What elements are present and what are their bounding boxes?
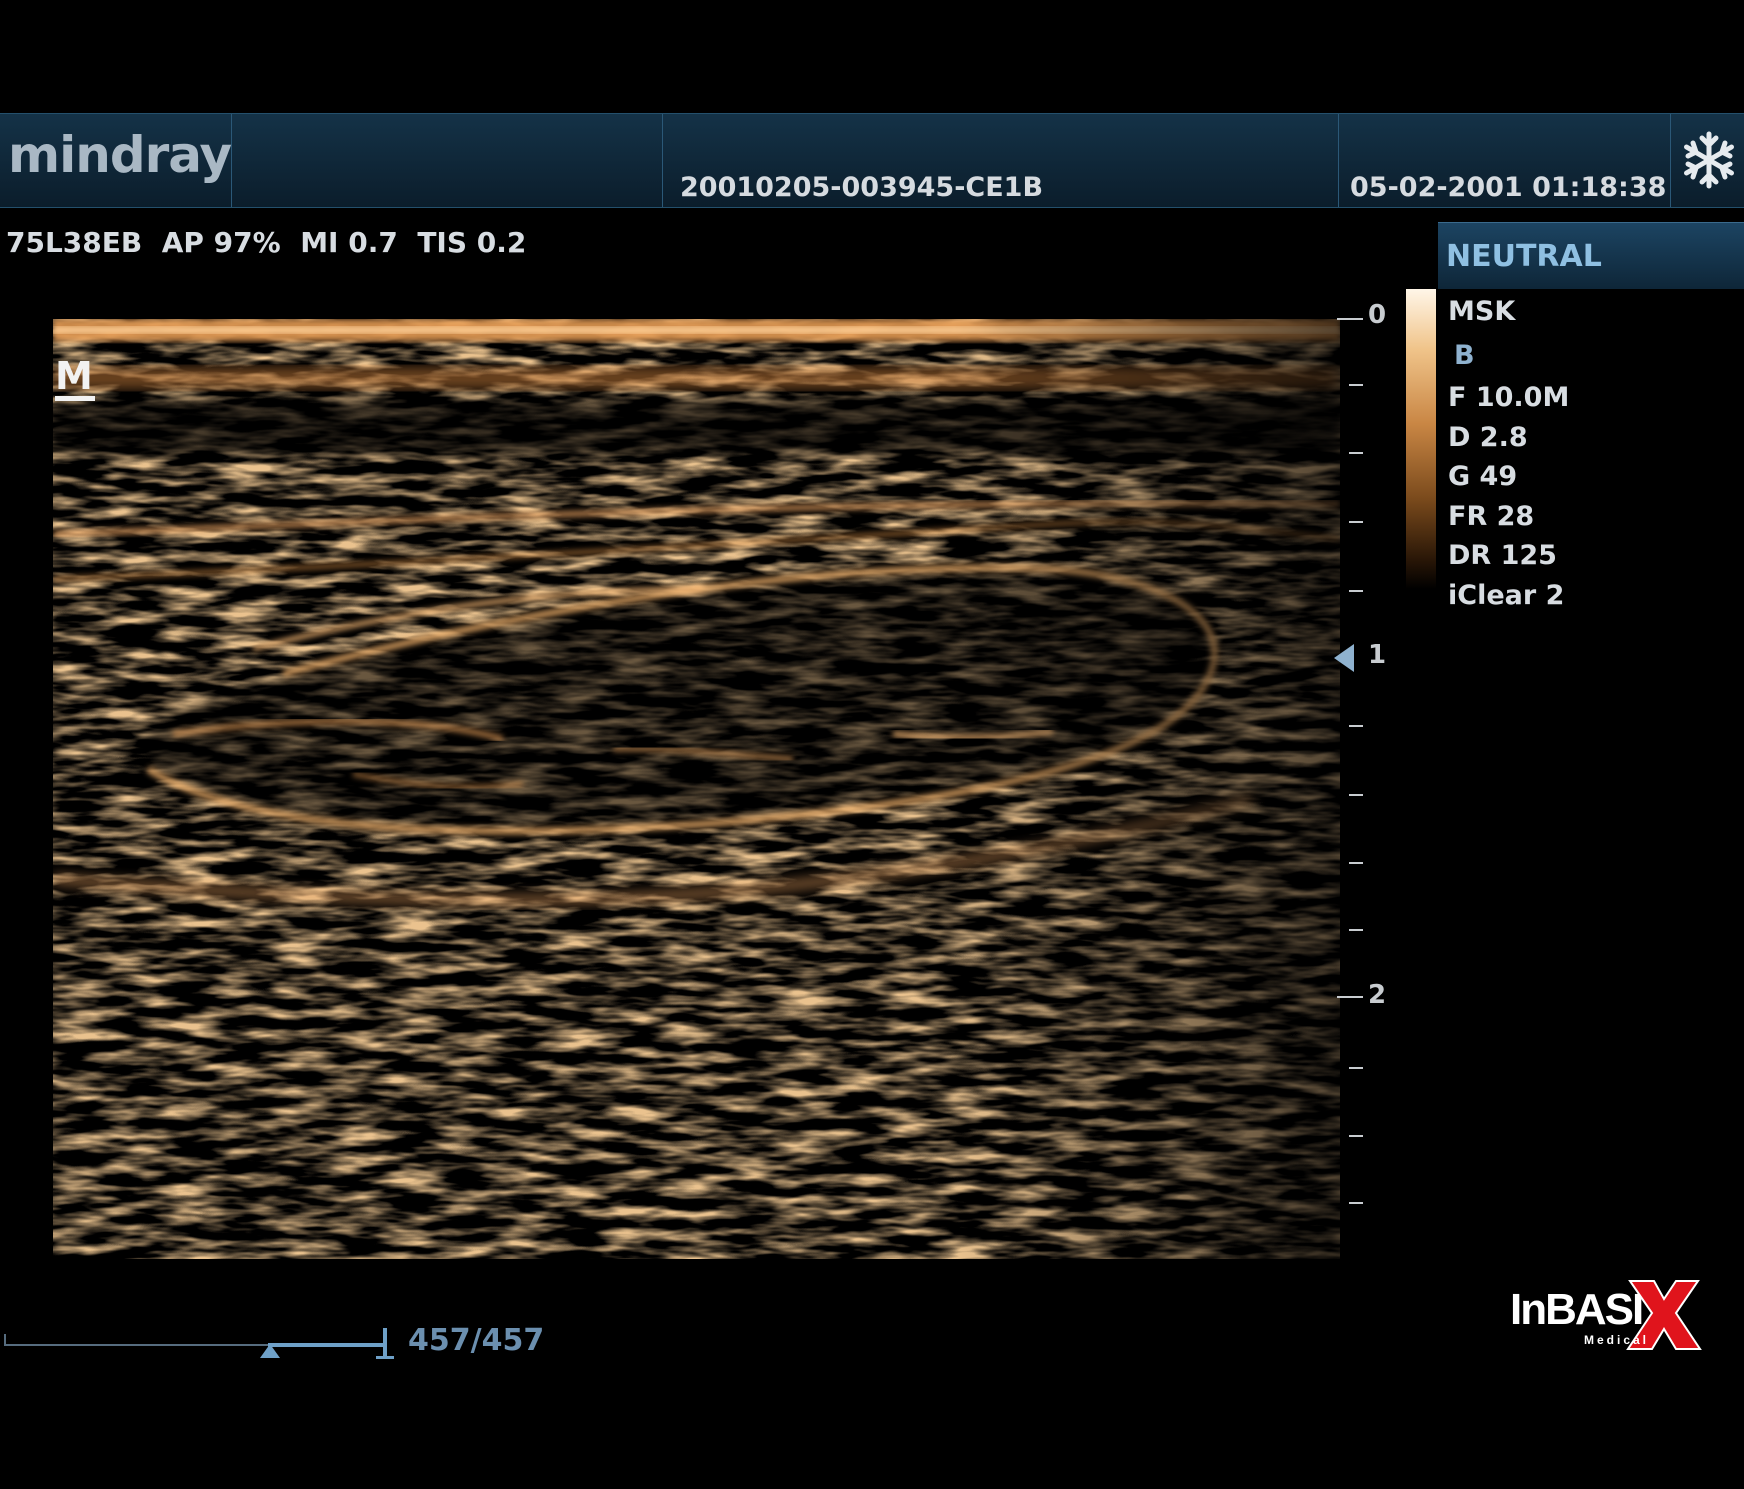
- cine-review-bar[interactable]: [4, 1322, 404, 1362]
- preset-label: NEUTRAL: [1446, 239, 1602, 274]
- brand-logo: mindray: [8, 126, 232, 184]
- freeze-cell[interactable]: [1670, 114, 1744, 207]
- depth-tick: [1349, 590, 1363, 592]
- depth-tick: [1349, 384, 1363, 386]
- depth-tick: [1349, 452, 1363, 454]
- depth-label-0: 0: [1368, 300, 1387, 330]
- orientation-marker: M: [55, 357, 95, 401]
- watermark-text: InBASI: [1510, 1285, 1644, 1334]
- param-gain: G 49: [1448, 461, 1518, 492]
- header-empty-cell: [231, 114, 663, 207]
- depth-tick: [1349, 1202, 1363, 1204]
- depth-tick: [1349, 1067, 1363, 1069]
- imaging-mode: B: [1454, 340, 1475, 371]
- snowflake-icon[interactable]: [1680, 128, 1738, 192]
- grayscale-map-bar: [1406, 289, 1436, 589]
- cine-pointer-icon[interactable]: [260, 1344, 280, 1358]
- watermark-subtext: Medical: [1584, 1333, 1650, 1347]
- exam-type: MSK: [1448, 296, 1516, 327]
- param-frame-rate: FR 28: [1448, 500, 1535, 532]
- ultrasound-image[interactable]: [53, 319, 1340, 1259]
- cine-end-marker[interactable]: [383, 1328, 387, 1358]
- depth-tick: [1349, 521, 1363, 523]
- depth-tick: [1349, 794, 1363, 796]
- depth-scale: 0 1 2: [1330, 300, 1390, 1220]
- depth-label-1: 1: [1368, 640, 1387, 670]
- depth-tick: [1337, 996, 1363, 998]
- probe-status-line: 75L38EB AP 97% MI 0.7 TIS 0.2: [6, 226, 527, 259]
- param-frequency: F 10.0M: [1448, 382, 1570, 413]
- top-header-bar: mindray 20010205-003945-CE1B 05-02-2001 …: [0, 113, 1744, 208]
- imaging-parameters: MSK B F 10.0M D 2.8 G 49 FR 28 DR 125 iC…: [1448, 292, 1569, 615]
- depth-tick: [1337, 318, 1363, 320]
- param-dynamic-range: DR 125: [1448, 540, 1557, 571]
- param-iclear: iClear 2: [1448, 579, 1565, 611]
- exam-datetime: 05-02-2001 01:18:38: [1350, 172, 1667, 203]
- patient-id-cell: 20010205-003945-CE1B: [662, 114, 1339, 207]
- datetime-cell: 05-02-2001 01:18:38: [1338, 114, 1671, 207]
- focus-marker-icon[interactable]: [1334, 644, 1354, 672]
- preset-header[interactable]: NEUTRAL: [1438, 222, 1744, 289]
- patient-id: 20010205-003945-CE1B: [680, 172, 1044, 203]
- param-depth: D 2.8: [1448, 421, 1528, 453]
- depth-tick: [1349, 725, 1363, 727]
- depth-tick: [1349, 1135, 1363, 1137]
- inbasix-watermark-logo: InBASI Medical: [1510, 1280, 1710, 1353]
- depth-tick: [1349, 929, 1363, 931]
- cine-end-foot: [376, 1356, 394, 1359]
- depth-tick: [1349, 862, 1363, 864]
- cine-track-active: [268, 1343, 386, 1347]
- cine-frame-counter: 457/457: [408, 1323, 545, 1358]
- brand-cell: mindray: [0, 114, 232, 207]
- depth-label-2: 2: [1368, 980, 1387, 1010]
